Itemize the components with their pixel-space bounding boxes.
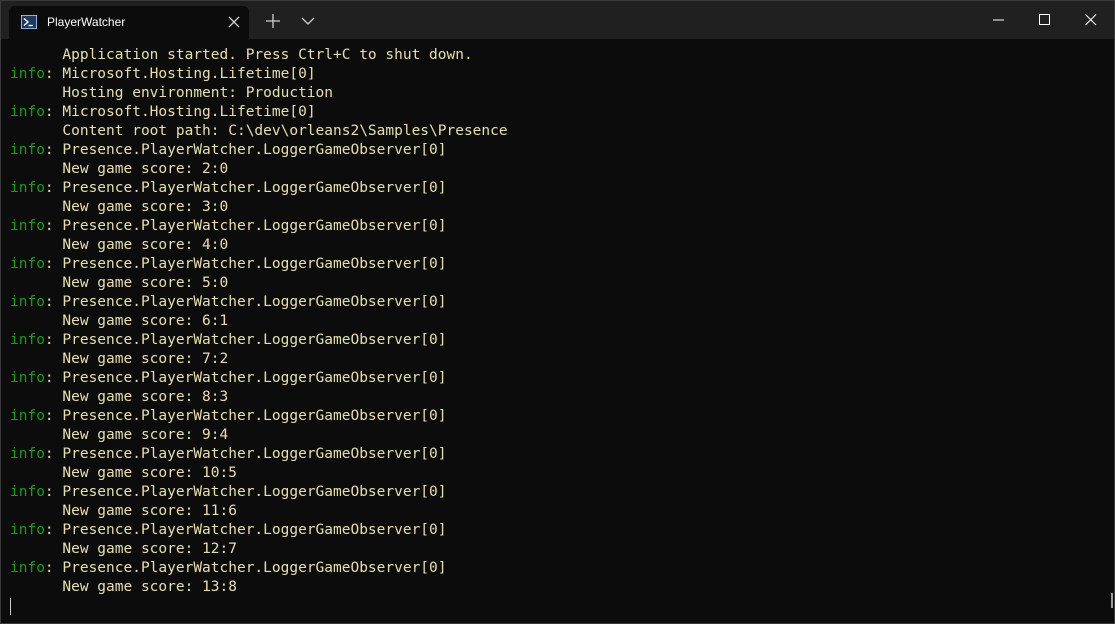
- terminal-window: PlayerWatcher Application started. Press…: [0, 0, 1115, 624]
- log-message: New game score: 2:0: [10, 161, 229, 177]
- terminal-line: Hosting environment: Production: [10, 84, 1100, 103]
- terminal-line: info: Microsoft.Hosting.Lifetime[0]: [10, 65, 1100, 84]
- log-message: : Presence.PlayerWatcher.LoggerGameObser…: [44, 142, 447, 158]
- terminal-line: info: Presence.PlayerWatcher.LoggerGameO…: [10, 483, 1100, 502]
- terminal-line: info: Presence.PlayerWatcher.LoggerGameO…: [10, 559, 1100, 578]
- log-message: New game score: 7:2: [10, 351, 229, 367]
- log-message: : Microsoft.Hosting.Lifetime[0]: [44, 66, 316, 82]
- log-level-prefix: info: [10, 294, 45, 310]
- plus-icon[interactable]: [263, 11, 283, 31]
- log-message: : Presence.PlayerWatcher.LoggerGameObser…: [44, 180, 447, 196]
- terminal-line: info: Presence.PlayerWatcher.LoggerGameO…: [10, 141, 1100, 160]
- log-message: : Presence.PlayerWatcher.LoggerGameObser…: [44, 218, 447, 234]
- log-level-prefix: info: [10, 484, 45, 500]
- log-message: New game score: 13:8: [10, 579, 237, 595]
- terminal-line: Application started. Press Ctrl+C to shu…: [10, 46, 1100, 65]
- log-message: Content root path: C:\dev\orleans2\Sampl…: [10, 123, 508, 139]
- log-message: : Presence.PlayerWatcher.LoggerGameObser…: [44, 560, 447, 576]
- log-message: New game score: 9:4: [10, 427, 229, 443]
- prompt-line[interactable]: [10, 597, 1100, 616]
- terminal-line: New game score: 6:1: [10, 312, 1100, 331]
- terminal-line: info: Presence.PlayerWatcher.LoggerGameO…: [10, 521, 1100, 540]
- text-cursor: [10, 597, 11, 615]
- minimize-icon: [993, 19, 1004, 21]
- terminal-line: New game score: 11:6: [10, 502, 1100, 521]
- terminal-line: New game score: 10:5: [10, 464, 1100, 483]
- log-message: Hosting environment: Production: [10, 85, 334, 101]
- log-level-prefix: info: [10, 66, 45, 82]
- terminal-line: New game score: 4:0: [10, 236, 1100, 255]
- log-level-prefix: info: [10, 446, 45, 462]
- terminal-line: New game score: 8:3: [10, 388, 1100, 407]
- terminal-line: info: Presence.PlayerWatcher.LoggerGameO…: [10, 179, 1100, 198]
- terminal-output[interactable]: Application started. Press Ctrl+C to shu…: [10, 46, 1100, 616]
- terminal-line: info: Presence.PlayerWatcher.LoggerGameO…: [10, 369, 1100, 388]
- terminal-line: info: Presence.PlayerWatcher.LoggerGameO…: [10, 293, 1100, 312]
- log-message: : Presence.PlayerWatcher.LoggerGameObser…: [44, 522, 447, 538]
- terminal-line: New game score: 2:0: [10, 160, 1100, 179]
- terminal-line: info: Presence.PlayerWatcher.LoggerGameO…: [10, 445, 1100, 464]
- log-message: New game score: 5:0: [10, 275, 229, 291]
- terminal-line: New game score: 13:8: [10, 578, 1100, 597]
- log-message: : Presence.PlayerWatcher.LoggerGameObser…: [44, 446, 447, 462]
- log-message: New game score: 4:0: [10, 237, 229, 253]
- terminal-line: info: Microsoft.Hosting.Lifetime[0]: [10, 103, 1100, 122]
- tab-playerwatcher[interactable]: PlayerWatcher: [9, 6, 249, 39]
- terminal-line: info: Presence.PlayerWatcher.LoggerGameO…: [10, 331, 1100, 350]
- log-level-prefix: info: [10, 370, 45, 386]
- log-message: : Presence.PlayerWatcher.LoggerGameObser…: [44, 256, 447, 272]
- log-level-prefix: info: [10, 256, 45, 272]
- close-icon: [1085, 14, 1097, 26]
- scrollbar-thumb[interactable]: [1111, 593, 1113, 608]
- log-level-prefix: info: [10, 332, 45, 348]
- powershell-icon: [21, 15, 37, 29]
- terminal-line: New game score: 7:2: [10, 350, 1100, 369]
- log-level-prefix: info: [10, 522, 45, 538]
- chevron-down-icon[interactable]: [298, 11, 318, 31]
- log-message: New game score: 3:0: [10, 199, 229, 215]
- minimize-button[interactable]: [976, 1, 1022, 39]
- terminal-line: info: Presence.PlayerWatcher.LoggerGameO…: [10, 255, 1100, 274]
- log-message: Application started. Press Ctrl+C to shu…: [10, 47, 473, 63]
- log-message: : Presence.PlayerWatcher.LoggerGameObser…: [44, 332, 447, 348]
- log-message: New game score: 12:7: [10, 541, 237, 557]
- terminal-line: Content root path: C:\dev\orleans2\Sampl…: [10, 122, 1100, 141]
- log-level-prefix: info: [10, 408, 45, 424]
- log-message: New game score: 8:3: [10, 389, 229, 405]
- log-message: : Presence.PlayerWatcher.LoggerGameObser…: [44, 370, 447, 386]
- terminal-line: info: Presence.PlayerWatcher.LoggerGameO…: [10, 217, 1100, 236]
- log-level-prefix: info: [10, 560, 45, 576]
- close-window-button[interactable]: [1068, 1, 1114, 39]
- log-message: : Microsoft.Hosting.Lifetime[0]: [44, 104, 316, 120]
- log-message: : Presence.PlayerWatcher.LoggerGameObser…: [44, 484, 447, 500]
- log-message: : Presence.PlayerWatcher.LoggerGameObser…: [44, 408, 447, 424]
- maximize-button[interactable]: [1022, 1, 1068, 39]
- terminal-line: info: Presence.PlayerWatcher.LoggerGameO…: [10, 407, 1100, 426]
- tab-title: PlayerWatcher: [47, 15, 126, 29]
- close-icon[interactable]: [227, 15, 241, 29]
- log-message: : Presence.PlayerWatcher.LoggerGameObser…: [44, 294, 447, 310]
- log-message: New game score: 11:6: [10, 503, 237, 519]
- terminal-line: New game score: 9:4: [10, 426, 1100, 445]
- terminal-line: New game score: 5:0: [10, 274, 1100, 293]
- maximize-icon: [1039, 14, 1050, 25]
- log-level-prefix: info: [10, 218, 45, 234]
- log-level-prefix: info: [10, 180, 45, 196]
- log-message: New game score: 6:1: [10, 313, 229, 329]
- log-message: New game score: 10:5: [10, 465, 237, 481]
- log-level-prefix: info: [10, 104, 45, 120]
- title-bar[interactable]: PlayerWatcher: [1, 1, 1114, 39]
- terminal-line: New game score: 3:0: [10, 198, 1100, 217]
- terminal-line: New game score: 12:7: [10, 540, 1100, 559]
- log-level-prefix: info: [10, 142, 45, 158]
